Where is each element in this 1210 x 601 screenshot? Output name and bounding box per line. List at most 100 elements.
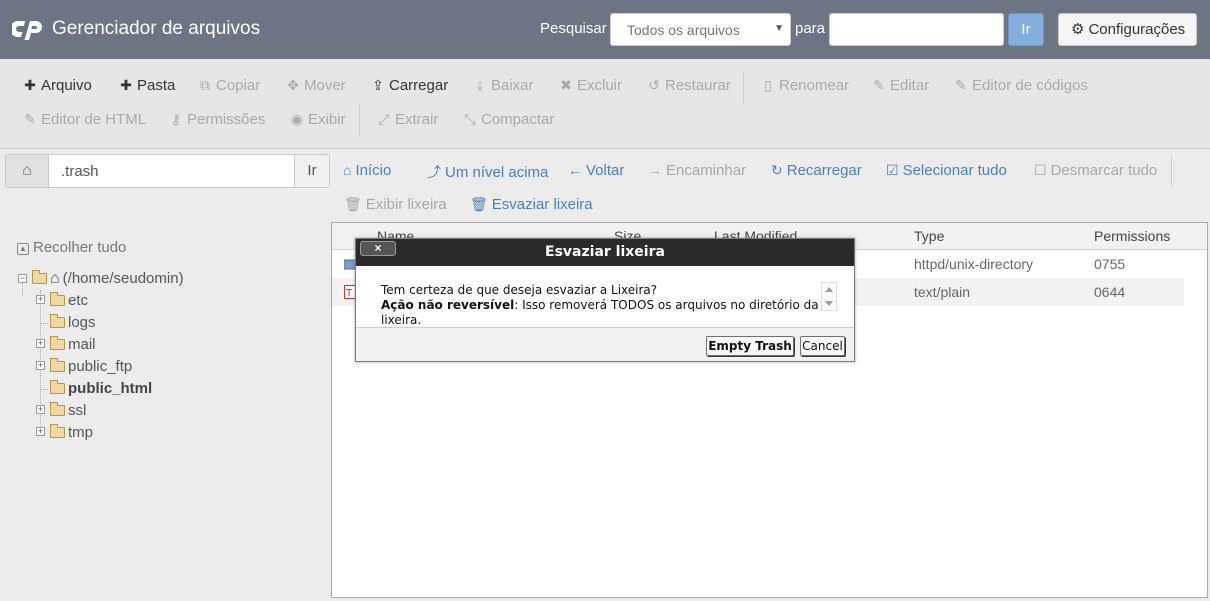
- tree-item-etc[interactable]: + etc: [36, 292, 88, 312]
- move-button[interactable]: ✥ Mover: [286, 77, 346, 94]
- refresh-icon: ↻: [771, 162, 783, 178]
- tree-item-ssl[interactable]: + ssl: [36, 402, 86, 422]
- tree-connector: [40, 389, 48, 390]
- rename-button[interactable]: ▯ Renomear: [761, 77, 849, 94]
- rename-label: Renomear: [779, 77, 850, 94]
- search-scope-select[interactable]: Todos os arquivos ▼: [610, 13, 791, 46]
- row-permissions: 0755: [1094, 256, 1126, 272]
- move-label: Mover: [304, 77, 346, 94]
- copy-button[interactable]: ⧉ Copiar: [198, 77, 260, 94]
- permissions-label: Permissões: [187, 111, 266, 128]
- edit-square-icon: ✎: [955, 77, 967, 93]
- search-go-button[interactable]: Ir: [1008, 13, 1044, 46]
- path-input[interactable]: .trash: [48, 154, 295, 188]
- edit-square-icon: ✎: [24, 111, 36, 127]
- tree-item-logs[interactable]: logs: [36, 314, 96, 334]
- nav-forward-label: Encaminhar: [666, 162, 747, 179]
- delete-label: Excluir: [577, 77, 623, 94]
- column-header-permissions[interactable]: Permissions: [1094, 228, 1170, 244]
- delete-button[interactable]: ✖ Excluir: [559, 77, 622, 94]
- tree-item-label: ssl: [68, 402, 87, 419]
- nav-reload-link[interactable]: ↻ Recarregar: [771, 162, 862, 179]
- tree-expander[interactable]: +: [36, 295, 45, 304]
- path-go-button[interactable]: Ir: [294, 154, 330, 188]
- tree-connector: [22, 283, 23, 295]
- html-editor-label: Editor de HTML: [41, 111, 147, 128]
- dropdown-caret-icon: ▼: [774, 23, 784, 34]
- checkbox-checked-icon: ☑: [886, 162, 899, 178]
- tree-item-tmp[interactable]: + tmp: [36, 424, 93, 444]
- nav-up-level-label: Um nível acima: [445, 164, 549, 181]
- dialog-close-button[interactable]: ×: [360, 241, 396, 256]
- new-file-button[interactable]: ✚ Arquivo: [23, 77, 92, 94]
- trash-icon: 🗑︎: [344, 196, 362, 212]
- empty-trash-dialog: Esvaziar lixeira × Tem certeza de que de…: [355, 238, 855, 362]
- app-header: Gerenciador de arquivos Pesquisar Todos …: [0, 0, 1210, 59]
- nav-back-label: Voltar: [586, 162, 625, 179]
- trash-icon: 🗑︎: [470, 196, 488, 212]
- upload-label: Carregar: [389, 77, 449, 94]
- edit-button[interactable]: ✎ Editar: [872, 77, 929, 94]
- row-type: httpd/unix-directory: [914, 256, 1034, 272]
- dialog-warning: Ação não reversível: Isso removerá TODOS…: [381, 298, 821, 328]
- new-folder-button[interactable]: ✚ Pasta: [119, 77, 175, 94]
- new-file-label: Arquivo: [41, 77, 92, 94]
- empty-trash-link[interactable]: 🗑︎ Esvaziar lixeira: [470, 196, 593, 213]
- html-editor-button[interactable]: ✎ Editor de HTML: [23, 111, 146, 128]
- nav-back-link[interactable]: ← Voltar: [568, 162, 624, 179]
- nav-up-level-link[interactable]: ⤴ Um nível acima: [427, 162, 548, 182]
- tree-item-mail[interactable]: + mail: [36, 336, 96, 356]
- view-trash-link[interactable]: 🗑︎ Exibir lixeira: [344, 196, 447, 213]
- upload-button[interactable]: ⇪ Carregar: [371, 77, 448, 94]
- plus-icon: ✚: [24, 77, 36, 93]
- extract-label: Extrair: [395, 111, 439, 128]
- tree-item-label: etc: [68, 292, 89, 309]
- permissions-button[interactable]: ⚷ Permissões: [169, 111, 266, 128]
- cancel-button[interactable]: Cancel: [800, 336, 845, 356]
- eye-icon: ◉: [290, 111, 304, 127]
- close-icon: ✖: [560, 77, 572, 93]
- tree-root[interactable]: ⌂ (/home/seudomin): [32, 270, 184, 290]
- folder-icon: [50, 380, 65, 394]
- row-type: text/plain: [914, 284, 971, 300]
- folder-icon: [50, 292, 65, 306]
- tree-expander[interactable]: +: [36, 405, 45, 414]
- restore-button[interactable]: ↺ Restaurar: [647, 77, 731, 94]
- download-icon: ⤓: [476, 77, 484, 93]
- nav-deselect-all-link[interactable]: ☐ Desmarcar tudo: [1034, 162, 1157, 179]
- extract-button[interactable]: ⤢ Extrair: [377, 111, 438, 128]
- collapse-all-label: Recolher tudo: [33, 239, 127, 256]
- tree-item-label: tmp: [68, 424, 94, 441]
- tree-expander[interactable]: +: [36, 339, 45, 348]
- tree-item-public-ftp[interactable]: + public_ftp: [36, 358, 132, 378]
- home-icon: ⌂: [343, 162, 352, 178]
- row-permissions: 0644: [1094, 284, 1126, 300]
- view-trash-label: Exibir lixeira: [365, 196, 447, 213]
- tree-expander[interactable]: +: [36, 361, 45, 370]
- view-button[interactable]: ◉ Exibir: [290, 111, 346, 128]
- nav-home-link[interactable]: ⌂ Início: [343, 162, 391, 179]
- search-input[interactable]: [829, 13, 1004, 46]
- compress-button[interactable]: ⤡ Compactar: [463, 111, 554, 128]
- nav-select-all-link[interactable]: ☑ Selecionar tudo: [886, 162, 1007, 179]
- toolbar-divider: [359, 105, 360, 137]
- download-label: Baixar: [491, 77, 534, 94]
- column-header-type[interactable]: Type: [914, 228, 944, 244]
- empty-trash-confirm-button[interactable]: Empty Trash: [706, 336, 794, 356]
- dialog-footer: Empty Trash Cancel: [356, 327, 854, 361]
- download-button[interactable]: ⤓ Baixar: [473, 77, 534, 94]
- expand-icon: ⤢: [378, 111, 390, 127]
- collapse-icon: ▲: [17, 243, 29, 255]
- tree-item-public-html[interactable]: public_html: [36, 380, 152, 400]
- gear-icon: ⚙: [1071, 21, 1085, 38]
- code-editor-button[interactable]: ✎ Editor de códigos: [954, 77, 1088, 94]
- tree-expander[interactable]: +: [36, 427, 45, 436]
- home-button[interactable]: ⌂: [5, 154, 49, 188]
- dialog-scrollbar[interactable]: [821, 282, 837, 311]
- tree-item-label: logs: [68, 314, 96, 331]
- nav-forward-link[interactable]: → Encaminhar: [648, 162, 746, 179]
- collapse-all-button[interactable]: ▲ Recolher tudo: [17, 239, 126, 256]
- tree-root-expander[interactable]: −: [18, 274, 27, 283]
- para-label: para: [795, 20, 826, 37]
- settings-button[interactable]: ⚙ Configurações: [1058, 13, 1197, 46]
